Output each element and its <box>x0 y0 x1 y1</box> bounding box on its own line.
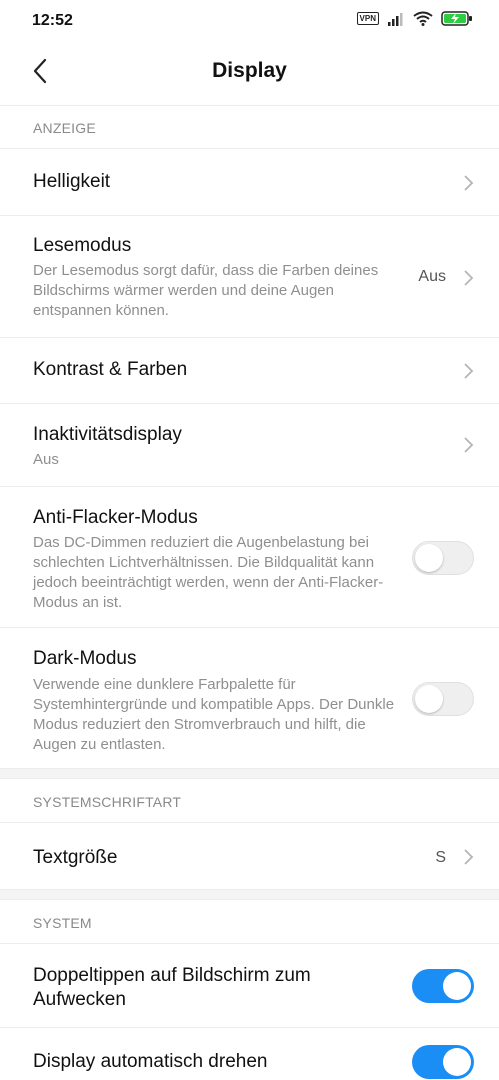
section-separator <box>0 889 499 900</box>
section-header-systemschriftart: SYSTEMSCHRIFTART <box>33 794 182 810</box>
chevron-right-icon <box>464 270 474 286</box>
section-header-system: SYSTEM <box>33 915 92 931</box>
settings-item-helligkeit[interactable]: Helligkeit <box>0 149 499 215</box>
settings-item-auto-rotate[interactable]: Display automatisch drehen <box>0 1028 499 1080</box>
item-value: S <box>435 849 446 866</box>
item-description: Das DC-Dimmen reduziert die Augenbelastu… <box>33 534 384 611</box>
header: Display <box>0 44 499 106</box>
settings-item-doppeltippen[interactable]: Doppeltippen auf Bildschirm zum Aufwecke… <box>0 944 499 1027</box>
vpn-icon: VPN <box>356 12 379 25</box>
chevron-right-icon <box>464 175 474 191</box>
toggle-knob <box>443 972 471 1000</box>
item-title: Helligkeit <box>33 171 111 192</box>
settings-item-textgroesse[interactable]: Textgröße S <box>0 823 499 889</box>
status-icons: VPN <box>356 11 473 26</box>
item-title: Kontrast & Farben <box>33 359 188 380</box>
item-title: Textgröße <box>33 847 118 868</box>
toggle-knob <box>415 685 443 713</box>
item-title: Display automatisch drehen <box>33 1051 268 1072</box>
item-value: Aus <box>418 268 446 285</box>
settings-item-inaktivitaetsdisplay[interactable]: Inaktivitätsdisplay Aus <box>0 404 499 486</box>
item-description: Der Lesemodus sorgt dafür, dass die Farb… <box>33 262 379 319</box>
toggle-knob <box>443 1048 471 1076</box>
signal-icon <box>388 12 403 26</box>
dark-mode-toggle[interactable] <box>412 682 474 716</box>
item-description: Verwende eine dunklere Farbpalette für S… <box>33 676 395 753</box>
toggle-knob <box>415 544 443 572</box>
auto-rotate-toggle[interactable] <box>412 1045 474 1079</box>
item-title: Anti-Flacker-Modus <box>33 507 198 528</box>
section-header-anzeige: ANZEIGE <box>33 120 96 136</box>
settings-item-dark-modus[interactable]: Dark-Modus Verwende eine dunklere Farbpa… <box>0 628 499 768</box>
chevron-right-icon <box>464 363 474 379</box>
settings-item-kontrast[interactable]: Kontrast & Farben <box>0 338 499 403</box>
page-title: Display <box>212 59 287 82</box>
item-subtitle: Aus <box>33 451 59 468</box>
settings-item-lesemodus[interactable]: Lesemodus Der Lesemodus sorgt dafür, das… <box>0 216 499 337</box>
chevron-right-icon <box>464 437 474 453</box>
status-time: 12:52 <box>32 12 73 29</box>
item-title: Dark-Modus <box>33 648 137 669</box>
item-title: Doppeltippen auf Bildschirm zum Aufwecke… <box>33 965 311 1010</box>
item-title: Inaktivitätsdisplay <box>33 424 182 445</box>
settings-item-anti-flacker[interactable]: Anti-Flacker-Modus Das DC-Dimmen reduzie… <box>0 487 499 627</box>
item-title: Lesemodus <box>33 235 132 256</box>
chevron-right-icon <box>464 849 474 865</box>
double-tap-wake-toggle[interactable] <box>412 969 474 1003</box>
anti-flacker-toggle[interactable] <box>412 541 474 575</box>
wifi-icon <box>413 11 433 26</box>
status-bar: 12:52 VPN <box>0 0 499 44</box>
battery-charging-icon <box>441 11 472 26</box>
section-separator <box>0 768 499 779</box>
